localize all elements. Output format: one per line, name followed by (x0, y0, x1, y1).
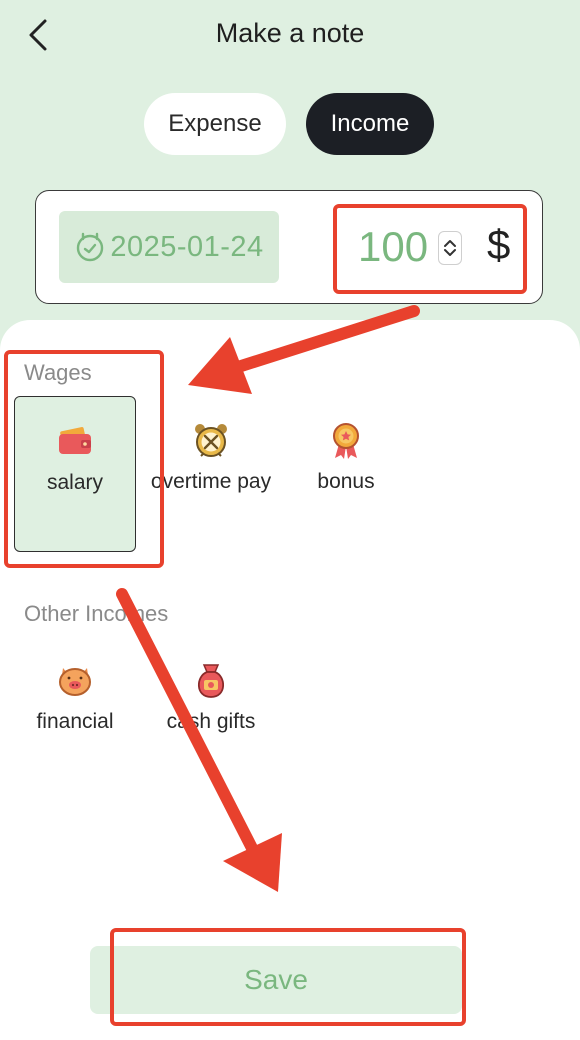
piggy-bank-icon (59, 668, 91, 696)
medal-icon (333, 423, 359, 459)
category-label: overtime pay (150, 470, 272, 493)
category-cash-gifts[interactable]: cash gifts (150, 660, 272, 736)
category-financial[interactable]: financial (14, 660, 136, 736)
currency-symbol: $ (487, 221, 511, 268)
page-title: Make a note (215, 18, 365, 48)
money-bag-icon (197, 664, 225, 698)
amount-stepper[interactable] (438, 231, 462, 265)
tab-income[interactable]: Income (306, 93, 434, 155)
category-bonus[interactable]: bonus (285, 420, 407, 496)
date-picker[interactable]: 2025-01-24 (59, 211, 279, 283)
amount-input[interactable]: 100 (358, 223, 428, 271)
category-overtime-pay[interactable]: overtime pay (150, 420, 272, 496)
category-label: financial (36, 710, 114, 733)
entry-card: 2025-01-24 100 $ (35, 190, 543, 304)
chevron-down-icon[interactable] (443, 248, 457, 258)
calendar-icon (77, 232, 104, 262)
save-button[interactable]: Save (90, 946, 462, 1014)
alarm-clock-icon (195, 424, 227, 457)
section-title-other-incomes: Other Incomes (24, 601, 169, 626)
section-title-wages: Wages (24, 360, 92, 385)
category-label: salary (46, 471, 104, 494)
tab-expense[interactable]: Expense (144, 93, 286, 155)
category-label: cash gifts (166, 710, 256, 733)
category-label: bonus (317, 470, 375, 493)
category-salary[interactable]: salary (14, 396, 136, 552)
date-value: 2025-01-24 (110, 230, 264, 263)
header: Make a note (0, 0, 580, 70)
chevron-up-icon[interactable] (443, 238, 457, 248)
wallet-icon (59, 427, 91, 454)
